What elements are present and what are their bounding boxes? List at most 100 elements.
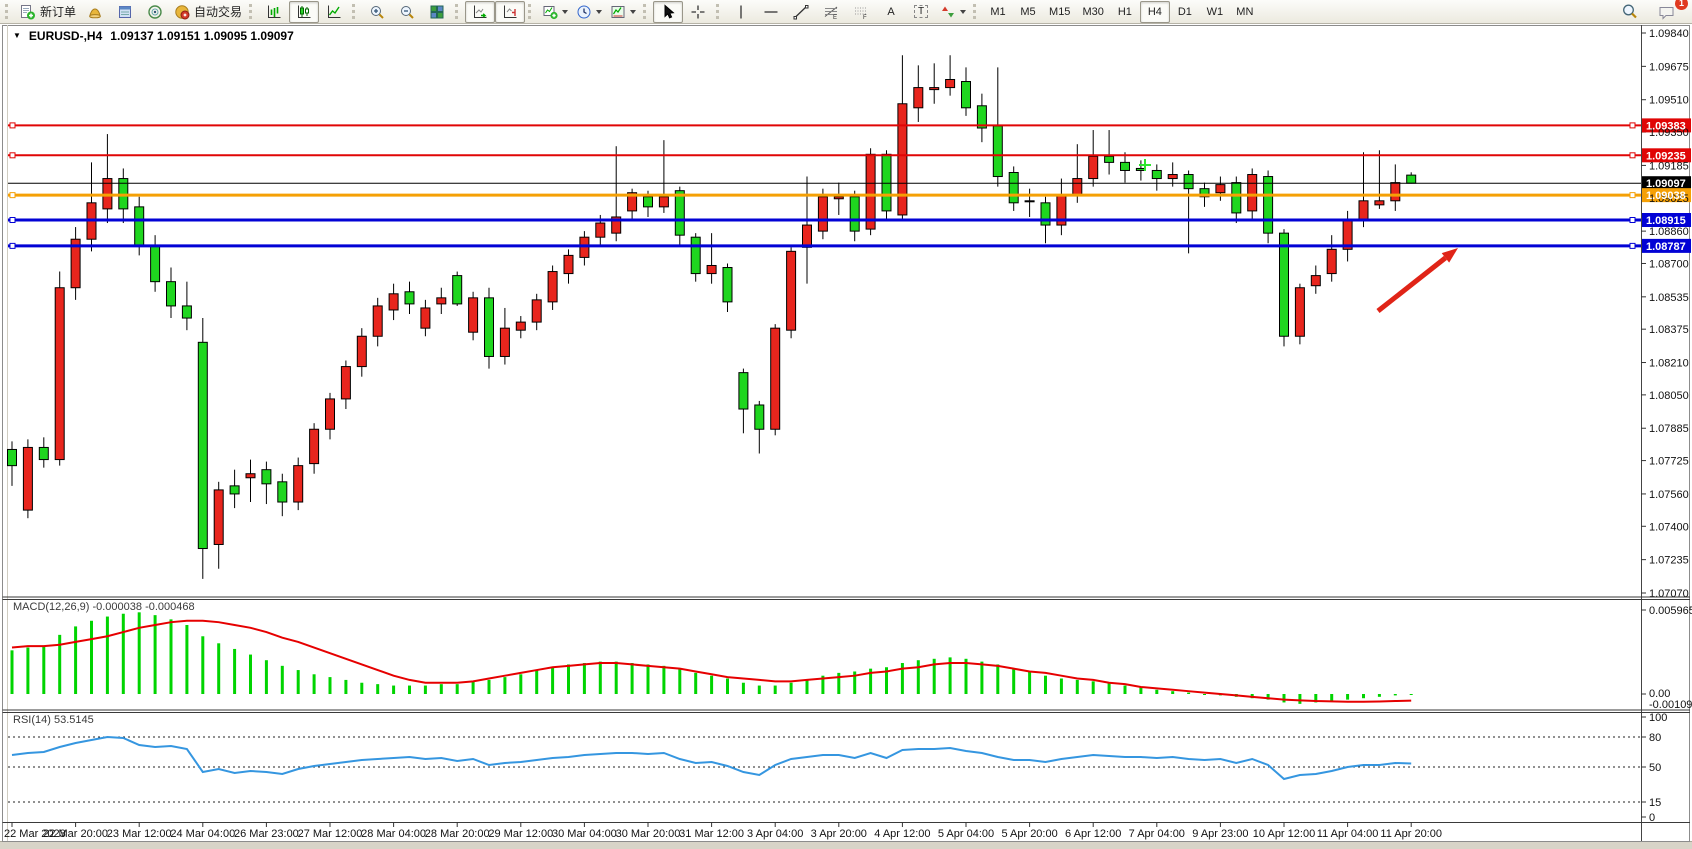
candle-body	[135, 207, 144, 245]
pivot-line-left-handle[interactable]	[10, 193, 15, 198]
cursor-button[interactable]	[653, 1, 683, 23]
macd-bar	[647, 664, 650, 694]
candle-body	[787, 251, 796, 330]
support-line-2-left-handle[interactable]	[10, 243, 15, 248]
notifications-button[interactable]: 1	[1652, 1, 1682, 23]
bar-chart-button[interactable]	[259, 1, 289, 23]
support-line-1-right-handle[interactable]	[1630, 218, 1635, 223]
timeframe-m1[interactable]: M1	[983, 1, 1013, 23]
support-line-2-right-handle[interactable]	[1630, 243, 1635, 248]
chevron-down-icon[interactable]	[596, 10, 602, 14]
text-label-button[interactable]: T	[906, 1, 936, 23]
timeframe-mn[interactable]: MN	[1230, 1, 1260, 23]
svg-text:1.07885: 1.07885	[1649, 423, 1689, 435]
timeframe-h1[interactable]: H1	[1110, 1, 1140, 23]
macd-bar	[1155, 690, 1158, 694]
crosshair-icon	[690, 4, 706, 20]
candle-body	[1216, 185, 1225, 193]
macd-bar	[1378, 694, 1381, 697]
svg-text:6 Apr 12:00: 6 Apr 12:00	[1065, 828, 1121, 840]
autotrade-button[interactable]: 自动交易	[170, 1, 246, 23]
chart-menu-triangle-icon[interactable]: ▼	[13, 32, 21, 40]
periods-button[interactable]	[572, 1, 606, 23]
candlestick-chart-button[interactable]	[289, 1, 319, 23]
trendline-button[interactable]	[786, 1, 816, 23]
chart-shift-icon	[502, 4, 518, 20]
svg-text:24 Mar 04:00: 24 Mar 04:00	[170, 828, 235, 840]
fibonacci-expansion-button[interactable]: F	[846, 1, 876, 23]
navigator-button[interactable]	[140, 1, 170, 23]
candle-body	[1105, 156, 1114, 162]
macd-bar	[170, 619, 173, 694]
candle-body	[1359, 201, 1368, 219]
svg-text:7 Apr 04:00: 7 Apr 04:00	[1129, 828, 1185, 840]
macd-bar	[217, 643, 220, 694]
zoom-out-button[interactable]	[392, 1, 422, 23]
candle-body	[675, 191, 684, 235]
arrows-button[interactable]	[936, 1, 970, 23]
timeframe-d1[interactable]: D1	[1170, 1, 1200, 23]
resistance-line-1-right-handle[interactable]	[1630, 123, 1635, 128]
macd-bar	[1171, 691, 1174, 694]
svg-text:26 Mar 23:00: 26 Mar 23:00	[234, 828, 299, 840]
main-toolbar: 新订单 自动交易 EFAT M1M5M15M30H1H4D1 W1 MN 1	[0, 0, 1692, 24]
timeframe-m15[interactable]: M15	[1043, 1, 1076, 23]
horizontal-line-button[interactable]	[756, 1, 786, 23]
search-button[interactable]	[1614, 1, 1644, 23]
macd-bar	[742, 683, 745, 694]
candle-body	[405, 292, 414, 304]
support-line-1-left-handle[interactable]	[10, 218, 15, 223]
macd-bar	[1362, 694, 1365, 698]
timeframe-h4[interactable]: H4	[1140, 1, 1170, 23]
macd-bar	[1410, 694, 1413, 695]
candle-body	[818, 197, 827, 231]
vertical-line-button[interactable]	[726, 1, 756, 23]
chevron-down-icon[interactable]	[562, 10, 568, 14]
tile-windows-icon	[429, 4, 445, 20]
new-order-button[interactable]: 新订单	[15, 1, 80, 23]
crosshair-button[interactable]	[683, 1, 713, 23]
auto-scroll-button[interactable]	[465, 1, 495, 23]
timeframe-m30[interactable]: M30	[1076, 1, 1109, 23]
trendline-icon	[793, 4, 809, 20]
macd-bar	[551, 667, 554, 694]
svg-text:10 Apr 12:00: 10 Apr 12:00	[1253, 828, 1315, 840]
candle-body	[453, 276, 462, 304]
zoom-in-button[interactable]	[362, 1, 392, 23]
pivot-line-right-handle[interactable]	[1630, 193, 1635, 198]
fibonacci-button[interactable]: E	[816, 1, 846, 23]
candle-body	[246, 474, 255, 478]
resistance-line-2-left-handle[interactable]	[10, 153, 15, 158]
chevron-down-icon[interactable]	[630, 10, 636, 14]
chart-title[interactable]: ▼ EURUSD-,H4 1.09137 1.09151 1.09095 1.0…	[13, 29, 294, 43]
line-chart-icon	[326, 4, 342, 20]
data-window-icon	[117, 4, 133, 20]
macd-bar	[1060, 679, 1063, 694]
candlestick-chart-icon	[296, 4, 312, 20]
timeframe-w1[interactable]: W1	[1200, 1, 1230, 23]
chart-shift-button[interactable]	[495, 1, 525, 23]
macd-bar	[392, 686, 395, 694]
data-window-button[interactable]	[110, 1, 140, 23]
resistance-line-2-right-handle[interactable]	[1630, 153, 1635, 158]
toolbar-right: 1	[1614, 1, 1690, 23]
chevron-down-icon[interactable]	[960, 10, 966, 14]
toolbar-group-profiles	[525, 0, 640, 24]
templates-button[interactable]	[606, 1, 640, 23]
macd-bar	[11, 650, 14, 694]
macd-bar	[535, 670, 538, 694]
timeframe-w1-label: W1	[1205, 6, 1226, 18]
toolbar-grip	[643, 4, 649, 19]
text-button[interactable]: A	[876, 1, 906, 23]
timeframe-m5[interactable]: M5	[1013, 1, 1043, 23]
market-watch-button[interactable]	[80, 1, 110, 23]
line-chart-button[interactable]	[319, 1, 349, 23]
macd-bar	[1076, 680, 1079, 694]
resistance-line-1-left-handle[interactable]	[10, 123, 15, 128]
tile-windows-button[interactable]	[422, 1, 452, 23]
candle-body	[723, 268, 732, 302]
macd-bar	[74, 626, 77, 694]
chart-canvas[interactable]: 1.098401.096751.095101.093501.091851.090…	[0, 0, 1692, 849]
new-chart-button[interactable]	[538, 1, 572, 23]
macd-bar	[662, 666, 665, 694]
